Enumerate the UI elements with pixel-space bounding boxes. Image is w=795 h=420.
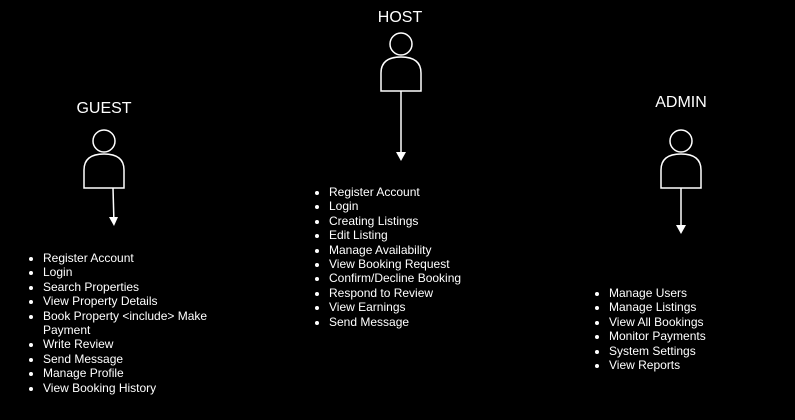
guest-person-icon	[83, 129, 125, 226]
list-item: View Earnings	[329, 300, 499, 314]
list-item: Manage Users	[609, 286, 759, 300]
list-item: Monitor Payments	[609, 329, 759, 343]
admin-title: ADMIN	[655, 94, 707, 111]
list-item: View All Bookings	[609, 315, 759, 329]
list-item: View Property Details	[43, 294, 233, 308]
admin-person-icon	[660, 129, 702, 234]
list-item: View Reports	[609, 358, 759, 372]
list-item: Register Account	[329, 185, 499, 199]
list-item: Register Account	[43, 251, 233, 265]
list-item: Edit Listing	[329, 228, 499, 242]
list-item: Write Review	[43, 337, 233, 351]
host-feature-list: Register Account Login Creating Listings…	[315, 185, 499, 329]
list-item: View Booking Request	[329, 257, 499, 271]
list-item: Manage Listings	[609, 300, 759, 314]
list-item: Book Property <include> Make Payment	[43, 309, 233, 338]
list-item: Manage Availability	[329, 243, 499, 257]
guest-feature-list: Register Account Login Search Properties…	[29, 251, 233, 395]
list-item: Send Message	[43, 352, 233, 366]
list-item: Send Message	[329, 315, 499, 329]
guest-title: GUEST	[76, 100, 132, 117]
list-item: Search Properties	[43, 280, 233, 294]
list-item: View Booking History	[43, 381, 233, 395]
list-item: Login	[43, 265, 233, 279]
list-item: Confirm/Decline Booking	[329, 271, 499, 285]
list-item: System Settings	[609, 344, 759, 358]
list-item: Respond to Review	[329, 286, 499, 300]
host-title: HOST	[377, 9, 423, 26]
admin-feature-list: Manage Users Manage Listings View All Bo…	[595, 286, 759, 372]
host-person-icon	[380, 32, 422, 161]
list-item: Manage Profile	[43, 366, 233, 380]
list-item: Login	[329, 199, 499, 213]
list-item: Creating Listings	[329, 214, 499, 228]
